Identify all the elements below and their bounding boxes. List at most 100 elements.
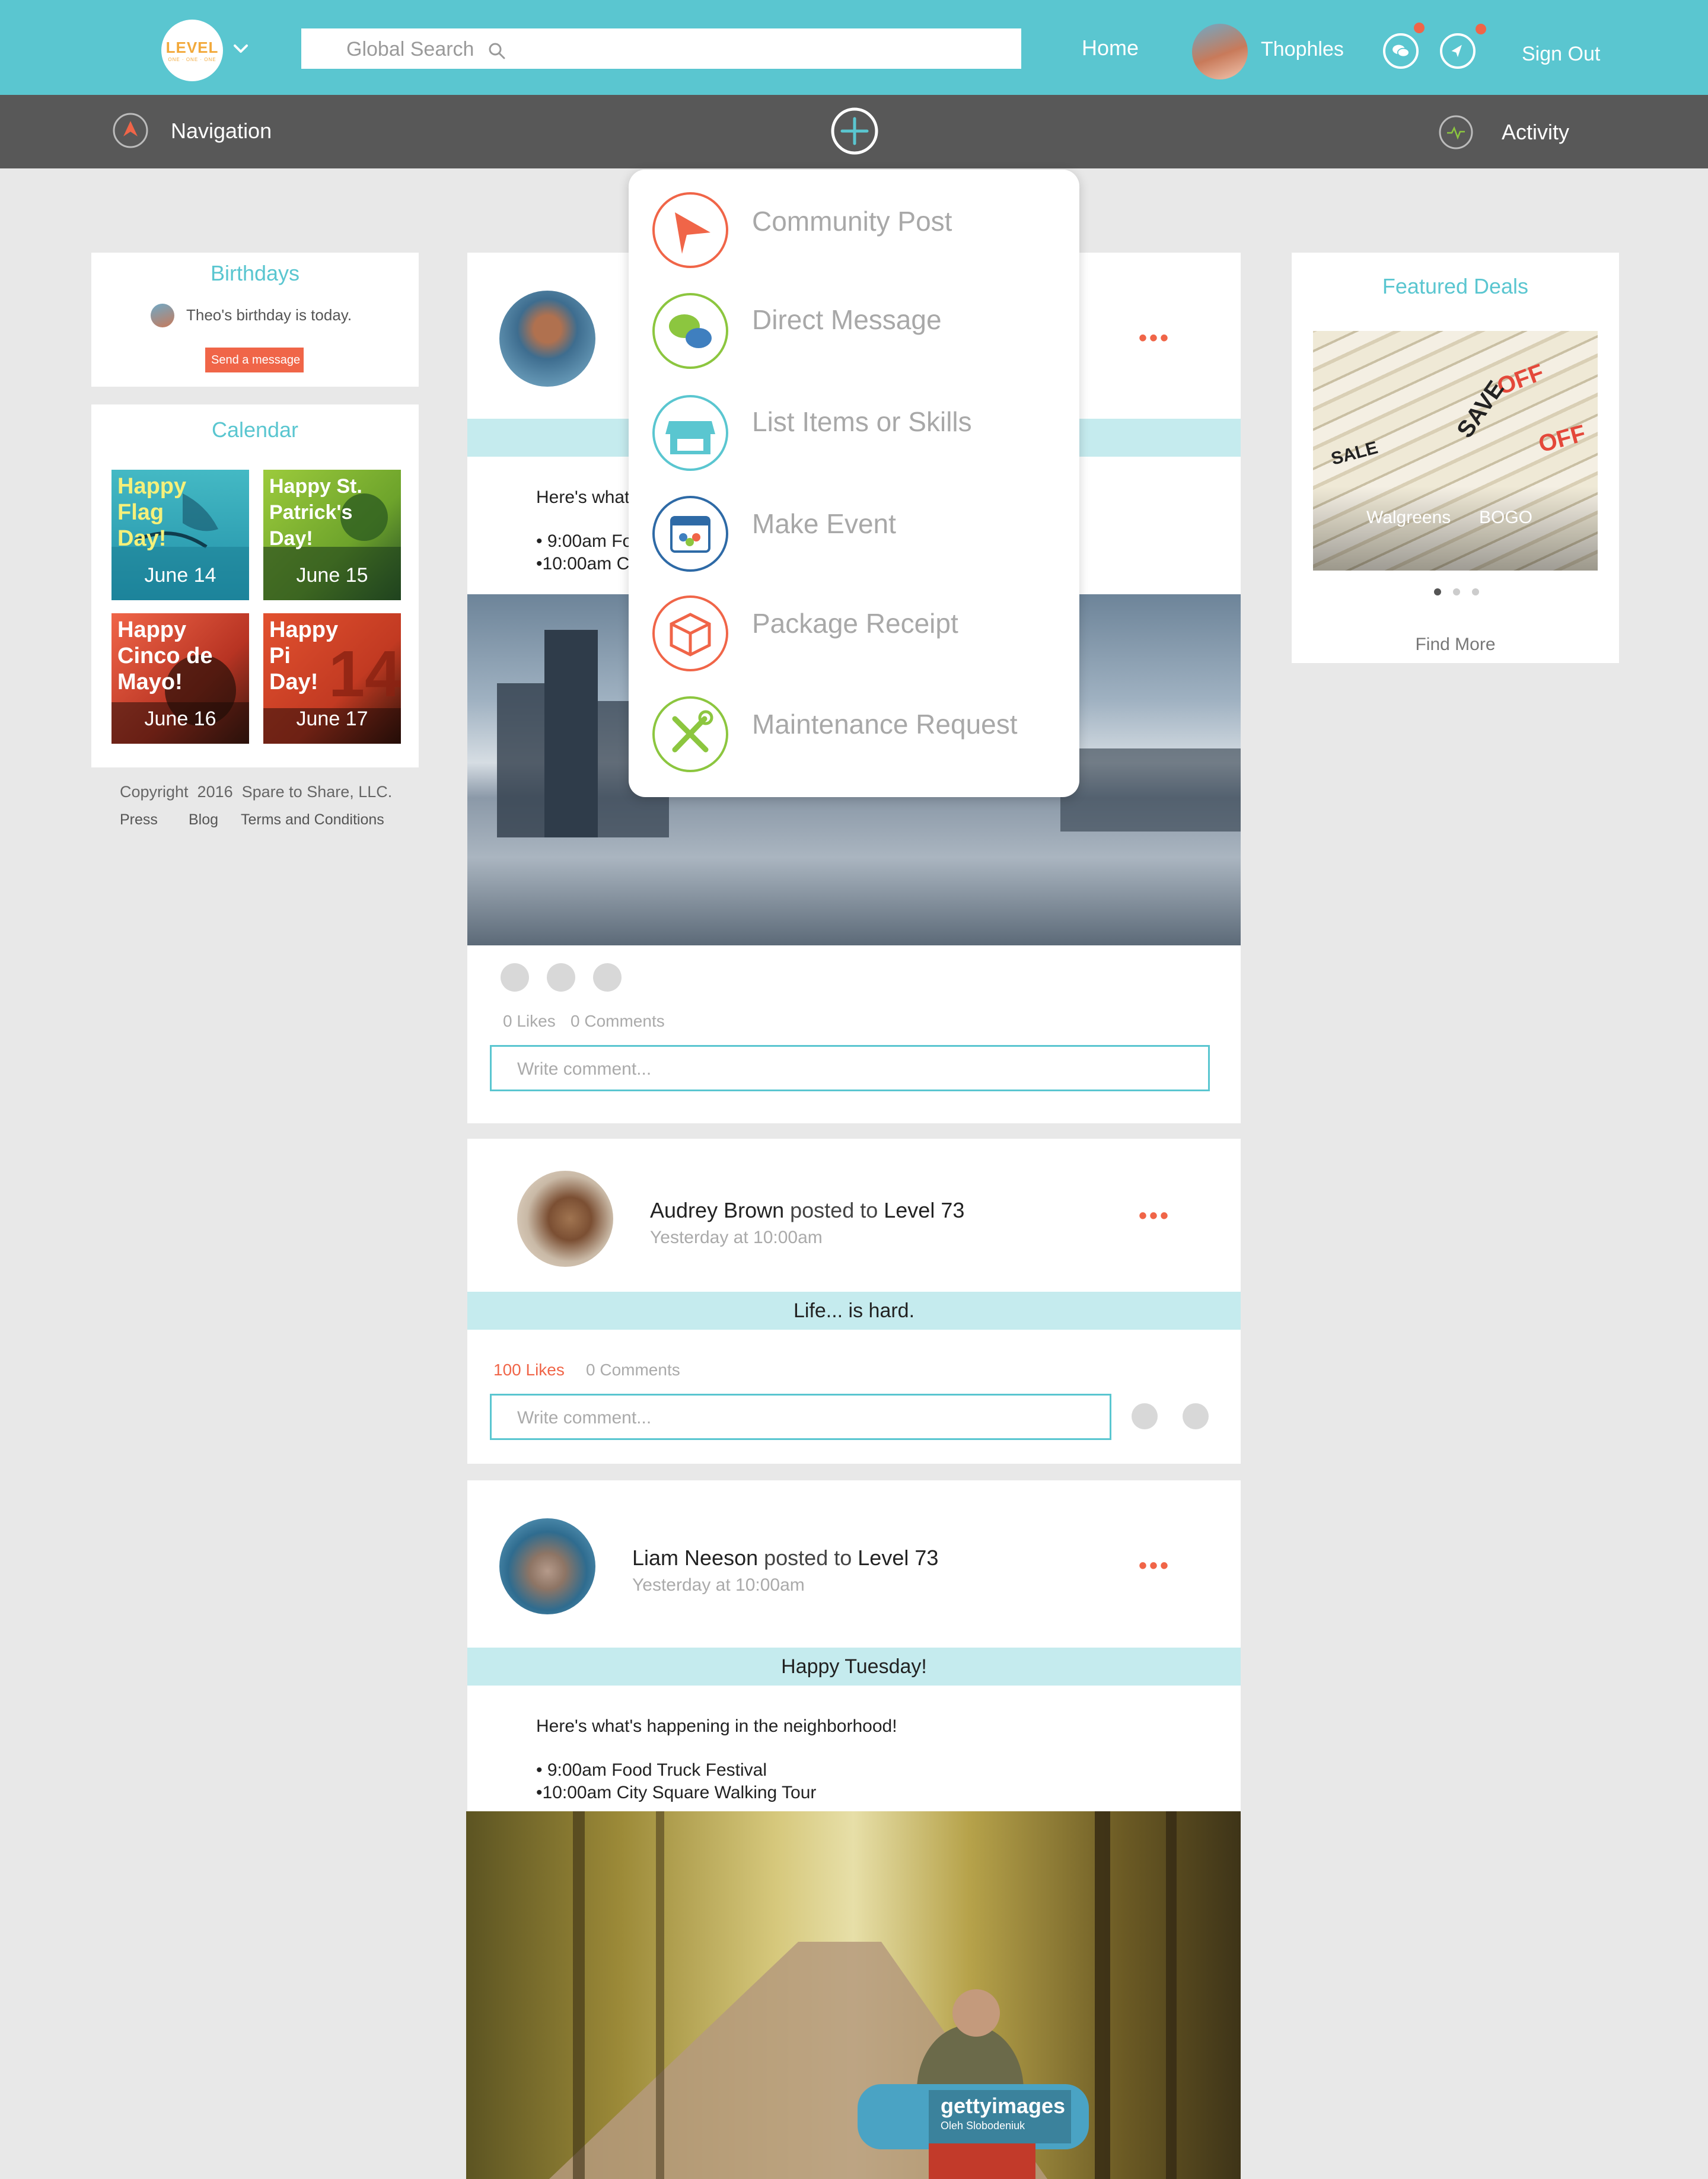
coupon-word: OFF (1535, 420, 1589, 458)
tile-date: June 16 (144, 708, 216, 730)
tile-date: June 17 (296, 708, 368, 730)
menu-item-label[interactable]: Make Event (752, 508, 896, 540)
carousel-dot[interactable] (1472, 588, 1479, 595)
post-text: Here's what's happening in the neighborh… (536, 1716, 897, 1736)
comment-placeholder: Write comment... (517, 1059, 652, 1079)
birthday-text: Theo's birthday is today. (186, 306, 352, 324)
footer-link-blog[interactable]: Blog (189, 811, 218, 829)
coupon-word: SAVE (1452, 376, 1509, 443)
menu-item-label[interactable]: Maintenance Request (752, 708, 1018, 740)
menu-item-label[interactable]: Community Post (752, 205, 952, 237)
menu-item-package-receipt[interactable] (651, 594, 729, 676)
post-text: •10:00am City Square Walking Tour (536, 1783, 817, 1802)
post-group-name[interactable]: Level 73 (884, 1198, 964, 1222)
reaction-button[interactable] (1132, 1403, 1158, 1429)
menu-item-maintenance-request[interactable] (651, 695, 729, 776)
post-author-name[interactable]: Audrey Brown (650, 1198, 784, 1222)
birthdays-title: Birthdays (210, 261, 300, 285)
post-author-name[interactable]: Liam Neeson (632, 1546, 758, 1570)
navigation-label[interactable]: Navigation (171, 119, 272, 144)
calendar-tile[interactable]: Happy Cinco de Mayo! June 16 (111, 613, 249, 744)
image-building (497, 683, 544, 837)
footer-link-terms[interactable]: Terms and Conditions (241, 811, 384, 829)
send-notification-dot (1476, 24, 1486, 34)
calendar-people-icon (652, 496, 728, 572)
coupon-word: SALE (1328, 438, 1380, 469)
post-header: Liam Neeson posted to Level 73 (632, 1546, 938, 1570)
post-timestamp: Yesterday at 10:00am (650, 1228, 823, 1247)
menu-item-label[interactable]: Package Receipt (752, 607, 958, 639)
tile-text: Happy Cinco de Mayo! (117, 617, 213, 695)
post-options-button[interactable]: ••• (1139, 1553, 1171, 1579)
post-author-avatar[interactable] (499, 1518, 595, 1614)
post-group-name[interactable]: Level 73 (858, 1546, 938, 1570)
birthday-avatar (151, 304, 174, 327)
comment-placeholder: Write comment... (517, 1408, 652, 1428)
chat-icon[interactable] (1383, 33, 1419, 69)
tile-text: Happy St. Patrick's Day! (269, 475, 362, 550)
post-image[interactable]: gettyimages Oleh Slobodeniuk (466, 1811, 1241, 2179)
logo-text: LEVEL (165, 39, 219, 56)
watermark-credit: Oleh Slobodeniuk (941, 2120, 1025, 2132)
tile-date: June 15 (296, 564, 368, 587)
reaction-button[interactable] (501, 963, 529, 992)
menu-item-label[interactable]: Direct Message (752, 304, 942, 336)
post-options-button[interactable]: ••• (1139, 325, 1171, 352)
reaction-button[interactable] (547, 963, 575, 992)
posted-to-text: posted to (790, 1198, 878, 1222)
copyright-text: Copyright 2016 Spare to Share, LLC. (120, 783, 393, 801)
comments-count[interactable]: 0 Comments (586, 1361, 680, 1380)
post-timestamp: Yesterday at 10:00am (632, 1575, 805, 1595)
chat-bubbles-icon (652, 293, 728, 369)
posted-to-text: posted to (764, 1546, 852, 1570)
likes-count[interactable]: 0 Likes (503, 1012, 556, 1031)
reaction-button[interactable] (593, 963, 622, 992)
calendar-title: Calendar (211, 418, 299, 442)
find-more-link[interactable]: Find More (1292, 635, 1619, 655)
chat-notification-dot (1414, 23, 1425, 33)
post-text: •10:00am C (536, 554, 630, 574)
post-author-avatar[interactable] (517, 1171, 613, 1267)
reaction-button[interactable] (1183, 1403, 1209, 1429)
deal-offer-caption: BOGO (1479, 508, 1533, 527)
username-link[interactable]: Thophles (1261, 38, 1344, 61)
carousel-dot-active[interactable] (1434, 588, 1441, 595)
menu-item-label[interactable]: List Items or Skills (752, 406, 972, 438)
post-header: Audrey Brown posted to Level 73 (650, 1198, 964, 1223)
level-logo[interactable]: LEVEL ONE · ONE · ONE (161, 20, 223, 81)
create-plus-button[interactable] (830, 107, 879, 155)
image-building (544, 630, 598, 837)
home-link[interactable]: Home (1082, 36, 1139, 60)
post-banner: Life... is hard. (467, 1292, 1241, 1330)
calendar-tile[interactable]: 14 Happy Pi Day! June 17 (263, 613, 401, 744)
user-avatar[interactable] (1192, 24, 1248, 79)
menu-item-list-items[interactable] (651, 394, 729, 475)
chevron-down-icon[interactable] (230, 38, 251, 59)
carousel-dot[interactable] (1453, 588, 1460, 595)
calendar-tile[interactable]: Happy St. Patrick's Day! June 15 (263, 470, 401, 600)
featured-deals-title: Featured Deals (1382, 274, 1529, 298)
menu-item-direct-message[interactable] (651, 292, 729, 373)
sign-out-link[interactable]: Sign Out (1522, 43, 1600, 66)
tile-date: June 14 (144, 564, 216, 587)
search-icon (489, 43, 505, 59)
post-author-avatar[interactable] (499, 291, 595, 387)
menu-item-make-event[interactable] (651, 495, 729, 576)
paper-plane-icon (652, 192, 728, 268)
send-message-button[interactable]: Send a message (205, 348, 304, 372)
comments-count[interactable]: 0 Comments (571, 1012, 665, 1031)
deal-store-caption: Walgreens (1366, 508, 1451, 527)
footer-link-press[interactable]: Press (120, 811, 158, 829)
activity-icon[interactable] (1438, 114, 1474, 151)
search-placeholder: Global Search (346, 38, 474, 60)
activity-label[interactable]: Activity (1502, 120, 1569, 145)
calendar-tile[interactable]: Happy Flag Day! June 14 (111, 470, 249, 600)
send-icon[interactable] (1440, 33, 1476, 69)
post-options-button[interactable]: ••• (1139, 1203, 1171, 1229)
navigation-icon[interactable] (111, 112, 149, 149)
package-icon (652, 595, 728, 671)
watermark: gettyimages (941, 2094, 1066, 2118)
likes-count[interactable]: 100 Likes (493, 1361, 565, 1380)
post-text: Here's what (536, 488, 630, 507)
menu-item-community-post[interactable] (651, 191, 729, 272)
